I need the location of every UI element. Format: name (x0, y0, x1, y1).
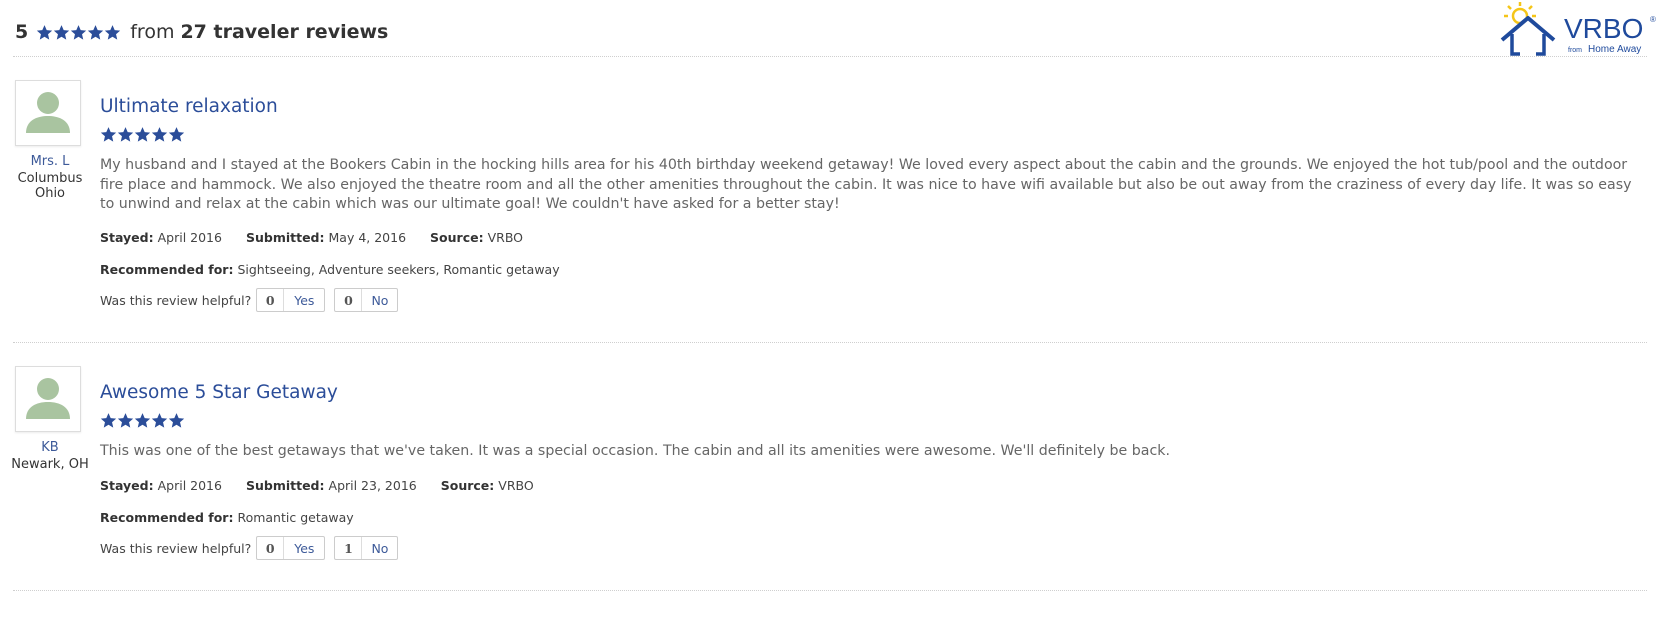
submitted-info: Submitted: May 4, 2016 (245, 230, 407, 245)
yes-label: Yes (294, 540, 315, 556)
no-label: No (371, 292, 389, 308)
source-info: Source: VRBO (440, 478, 534, 493)
submitted-info: Submitted: April 23, 2016 (245, 478, 417, 493)
house-icon (1500, 16, 1556, 56)
helpful-label: Was this review helpful? (100, 540, 252, 556)
helpful-no-button[interactable]: 1 No (334, 536, 399, 560)
star-icon (168, 127, 185, 142)
review-title[interactable]: Awesome 5 Star Getaway (100, 382, 338, 403)
review-divider (13, 590, 1647, 591)
reviewer-info: Mrs. L Columbus Ohio (8, 154, 92, 201)
star-icon (54, 24, 70, 40)
star-icon (105, 24, 121, 40)
star-icon (117, 413, 134, 428)
reviewer-location-line1: Columbus (17, 171, 83, 186)
star-icon (134, 127, 151, 142)
vrbo-logo[interactable]: VRBO ® from Home Away (1498, 0, 1660, 60)
user-silhouette-icon (26, 92, 70, 133)
review-card: Mrs. L Columbus Ohio Ultimate relaxation… (0, 80, 1660, 340)
review-card: KB Newark, OH Awesome 5 Star Getaway Thi… (0, 366, 1660, 626)
review-meta: Stayed: April 2016 Submitted: May 4, 2016 … (100, 230, 547, 245)
helpful-poll: Was this review helpful? 0 Yes 0 No (100, 288, 402, 312)
no-count: 0 (335, 289, 363, 311)
star-icon (100, 127, 117, 142)
recommended-for: Recommended for: Sightseeing, Adventure s… (100, 262, 560, 277)
reviewer-avatar (15, 366, 81, 432)
reviewer-info: KB Newark, OH (8, 440, 92, 472)
source-info: Source: VRBO (430, 230, 524, 245)
reviewer-avatar (15, 80, 81, 146)
yes-count: 0 (257, 537, 285, 559)
summary-from-text: from (130, 21, 175, 43)
no-count: 1 (335, 537, 363, 559)
review-title[interactable]: Ultimate relaxation (100, 96, 278, 117)
star-icon (151, 127, 168, 142)
review-body: This was one of the best getaways that w… (100, 443, 1170, 459)
star-icon (134, 413, 151, 428)
overall-stars (36, 24, 121, 41)
reviewer-name[interactable]: KB (8, 440, 92, 455)
helpful-label: Was this review helpful? (100, 292, 252, 308)
reviewer-name[interactable]: Mrs. L (8, 154, 92, 169)
review-count[interactable]: 27 traveler reviews (180, 21, 388, 43)
reviewer-location-line1: Newark, OH (11, 457, 89, 472)
star-icon (100, 413, 117, 428)
review-meta: Stayed: April 2016 Submitted: April 23, 20… (100, 478, 558, 493)
logo-from: from (1568, 47, 1582, 54)
helpful-poll: Was this review helpful? 0 Yes 1 No (100, 536, 402, 560)
star-icon (88, 24, 104, 40)
star-icon (151, 413, 168, 428)
review-stars (100, 126, 185, 143)
stayed-info: Stayed: April 2016 (100, 478, 222, 493)
user-silhouette-icon (26, 378, 70, 419)
review-divider (13, 342, 1647, 343)
logo-away: Away (1617, 44, 1641, 55)
yes-count: 0 (257, 289, 285, 311)
star-icon (71, 24, 87, 40)
star-icon (37, 24, 53, 40)
rating-summary: 5 from 27 traveler reviews (15, 20, 388, 44)
review-stars (100, 412, 185, 429)
star-icon (168, 413, 185, 428)
helpful-no-button[interactable]: 0 No (334, 288, 399, 312)
overall-score: 5 (15, 21, 29, 43)
logo-brand: VRBO (1564, 13, 1643, 44)
yes-label: Yes (294, 292, 315, 308)
header-divider (13, 56, 1647, 57)
no-label: No (371, 540, 389, 556)
logo-registered: ® (1650, 15, 1656, 24)
helpful-yes-button[interactable]: 0 Yes (256, 288, 326, 312)
review-body: My husband and I stayed at the Bookers C… (100, 157, 1632, 212)
reviewer-location-line2: Ohio (34, 186, 66, 201)
helpful-yes-button[interactable]: 0 Yes (256, 536, 326, 560)
logo-home: Home (1588, 44, 1615, 55)
stayed-info: Stayed: April 2016 (100, 230, 222, 245)
recommended-for: Recommended for: Romantic getaway (100, 510, 354, 525)
star-icon (117, 127, 134, 142)
